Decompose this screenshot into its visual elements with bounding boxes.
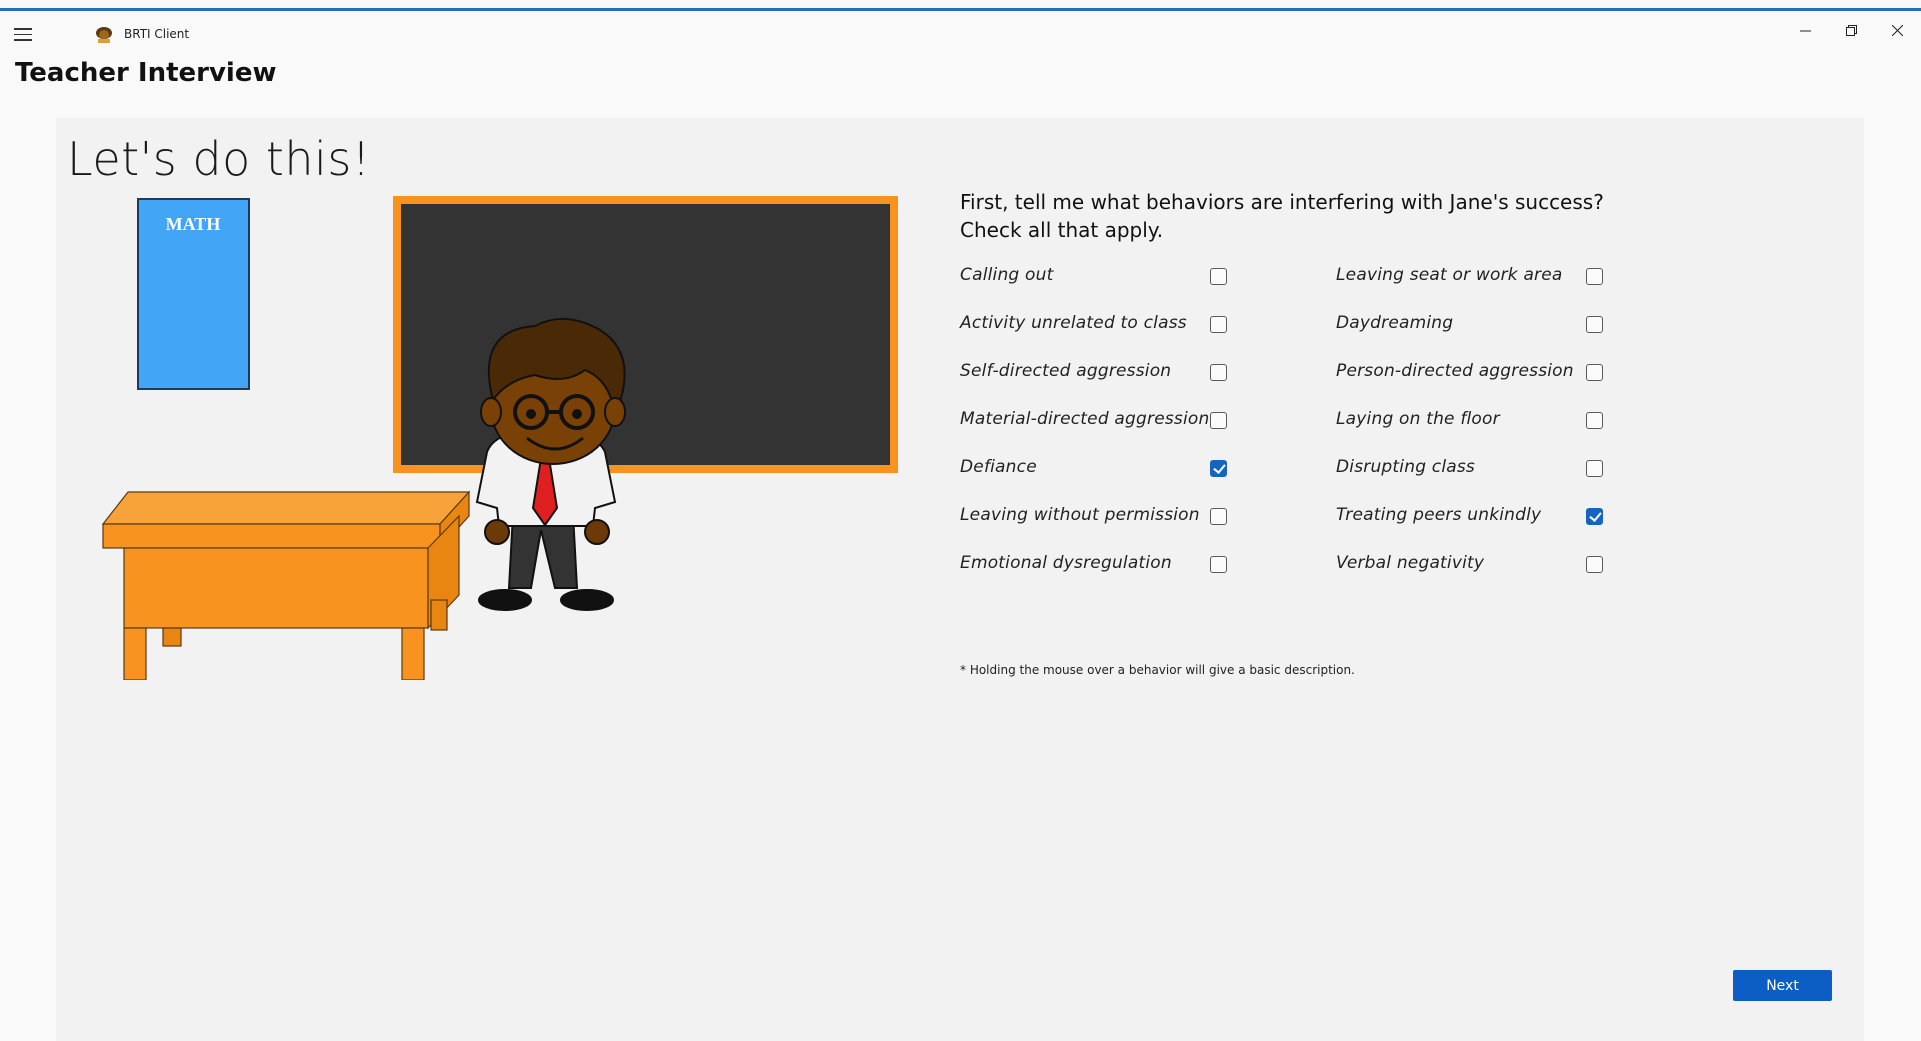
behavior-item[interactable]: Self-directed aggression xyxy=(960,356,1171,386)
classroom-illustration: MATH xyxy=(101,196,898,680)
behavior-label: Verbal negativity xyxy=(1336,553,1485,573)
behavior-checkbox-emotional-dysregulation[interactable] xyxy=(1210,556,1227,573)
behavior-item[interactable]: Activity unrelated to class xyxy=(960,308,1187,338)
behavior-item[interactable]: Leaving seat or work area xyxy=(1336,260,1563,290)
app-name: BRTI Client xyxy=(124,27,190,41)
minimize-icon xyxy=(1799,30,1811,31)
behavior-label: Leaving seat or work area xyxy=(1336,265,1563,285)
behavior-item[interactable]: Defiance xyxy=(960,452,1037,482)
book-label: MATH xyxy=(166,214,221,234)
behavior-checkbox-material-directed-aggression[interactable] xyxy=(1210,412,1227,429)
behavior-label: Material-directed aggression xyxy=(960,409,1210,429)
behavior-item[interactable]: Leaving without permission xyxy=(960,500,1200,530)
restore-button[interactable] xyxy=(1828,15,1874,45)
close-icon xyxy=(1891,24,1903,36)
behavior-label: Self-directed aggression xyxy=(960,361,1172,381)
behavior-checkbox-leaving-seat[interactable] xyxy=(1586,268,1603,285)
behavior-checkbox-disrupting-class[interactable] xyxy=(1586,460,1603,477)
hero-heading: Let's do this! xyxy=(67,132,371,186)
question-text: First, tell me what behaviors are interf… xyxy=(960,188,1604,244)
behavior-label: Defiance xyxy=(960,457,1037,477)
behavior-checkbox-treating-peers-unkindly[interactable] xyxy=(1586,508,1603,525)
restore-icon xyxy=(1845,24,1857,36)
behavior-item[interactable]: Disrupting class xyxy=(1336,452,1475,482)
app-logo-icon xyxy=(96,27,112,43)
teacher-character xyxy=(475,317,626,611)
next-button[interactable]: Next xyxy=(1733,970,1832,1001)
behavior-label: Calling out xyxy=(960,265,1054,285)
behavior-checkbox-self-directed-aggression[interactable] xyxy=(1210,364,1227,381)
behavior-checkbox-defiance[interactable] xyxy=(1210,460,1227,477)
behavior-checkbox-person-directed-aggression[interactable] xyxy=(1586,364,1603,381)
behavior-item[interactable]: Calling out xyxy=(960,260,1053,290)
behavior-label: Disrupting class xyxy=(1336,457,1475,477)
hamburger-menu-icon[interactable] xyxy=(14,28,32,42)
behavior-label: Person-directed aggression xyxy=(1336,361,1574,381)
teacher-desk xyxy=(101,490,471,680)
behavior-item[interactable]: Daydreaming xyxy=(1336,308,1453,338)
behavior-label: Laying on the floor xyxy=(1336,409,1500,429)
chalkboard xyxy=(393,196,898,473)
behavior-label: Activity unrelated to class xyxy=(960,313,1187,333)
hover-hint-note: * Holding the mouse over a behavior will… xyxy=(960,663,1355,677)
behavior-label: Daydreaming xyxy=(1336,313,1454,333)
behavior-label: Emotional dysregulation xyxy=(960,553,1172,573)
behavior-checkbox-daydreaming[interactable] xyxy=(1586,316,1603,333)
close-button[interactable] xyxy=(1874,15,1920,45)
behavior-label: Treating peers unkindly xyxy=(1336,505,1542,525)
question-line-2: Check all that apply. xyxy=(960,218,1164,242)
behavior-item[interactable]: Verbal negativity xyxy=(1336,548,1484,578)
behavior-checkbox-verbal-negativity[interactable] xyxy=(1586,556,1603,573)
behavior-item[interactable]: Laying on the floor xyxy=(1336,404,1500,434)
behavior-item[interactable]: Emotional dysregulation xyxy=(960,548,1172,578)
page-title: Teacher Interview xyxy=(15,58,277,88)
question-line-1: First, tell me what behaviors are interf… xyxy=(960,190,1604,214)
behavior-checkbox-laying-on-floor[interactable] xyxy=(1586,412,1603,429)
behavior-checkbox-activity-unrelated[interactable] xyxy=(1210,316,1227,333)
behavior-label: Leaving without permission xyxy=(960,505,1200,525)
behavior-item[interactable]: Person-directed aggression xyxy=(1336,356,1574,386)
behavior-checkbox-leaving-without-permission[interactable] xyxy=(1210,508,1227,525)
title-bar: BRTI Client xyxy=(0,11,1921,53)
behavior-item[interactable]: Material-directed aggression xyxy=(960,404,1210,434)
minimize-button[interactable] xyxy=(1782,15,1828,45)
behavior-checkbox-calling-out[interactable] xyxy=(1210,268,1227,285)
behavior-item[interactable]: Treating peers unkindly xyxy=(1336,500,1541,530)
math-book: MATH xyxy=(137,198,250,390)
